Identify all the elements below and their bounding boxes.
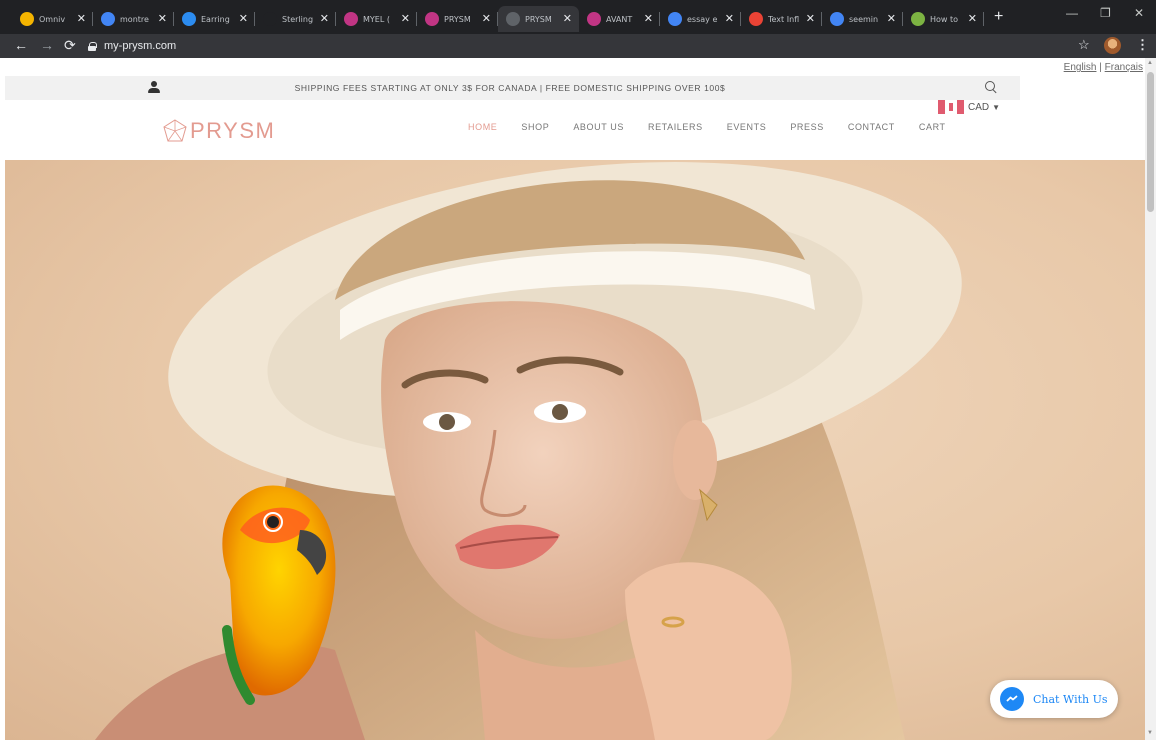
tab-close-icon[interactable]: ✕ bbox=[482, 12, 491, 25]
restore-window-icon[interactable]: ❐ bbox=[1100, 6, 1111, 20]
nav-item-about-us[interactable]: ABOUT US bbox=[573, 122, 624, 132]
url-text: my-prysm.com bbox=[104, 40, 177, 52]
nav-item-cart[interactable]: CART bbox=[919, 122, 946, 132]
browser-tab[interactable]: Earring ✕ bbox=[174, 6, 255, 32]
logo-text: PRYSM bbox=[190, 118, 276, 143]
browser-tab[interactable]: Text Infl ✕ bbox=[741, 6, 822, 32]
browser-toolbar: ← → ⟳ my-prysm.com ☆ ⋮ bbox=[0, 34, 1156, 58]
tab-favicon-icon bbox=[506, 12, 520, 26]
account-icon[interactable] bbox=[147, 81, 161, 94]
bookmark-star-icon[interactable]: ☆ bbox=[1078, 37, 1090, 53]
search-icon[interactable] bbox=[985, 81, 997, 93]
tab-favicon-icon bbox=[182, 12, 196, 26]
browser-tab[interactable]: How to ✕ bbox=[903, 6, 984, 32]
browser-tab[interactable]: Sterling ✕ bbox=[255, 6, 336, 32]
tab-close-icon[interactable]: ✕ bbox=[239, 12, 248, 25]
browser-tab[interactable]: Omniv ✕ bbox=[12, 6, 93, 32]
tab-close-icon[interactable]: ✕ bbox=[563, 12, 572, 25]
language-french-link[interactable]: Français bbox=[1105, 62, 1143, 73]
browser-tab[interactable]: montre ✕ bbox=[93, 6, 174, 32]
browser-tab[interactable]: essay e ✕ bbox=[660, 6, 741, 32]
scroll-down-icon[interactable]: ▼ bbox=[1147, 730, 1153, 736]
language-english-link[interactable]: English bbox=[1064, 62, 1097, 73]
main-navigation: HOME SHOP ABOUT US RETAILERS EVENTS PRESS CONT… bbox=[468, 122, 970, 132]
nav-item-retailers[interactable]: RETAILERS bbox=[648, 122, 703, 132]
site-logo[interactable]: PRYSM bbox=[162, 118, 275, 144]
tab-close-icon[interactable]: ✕ bbox=[401, 12, 410, 25]
hero-illustration bbox=[95, 162, 962, 740]
forward-icon[interactable]: → bbox=[40, 37, 54, 53]
address-bar[interactable]: my-prysm.com bbox=[88, 37, 1068, 55]
tab-favicon-icon bbox=[749, 12, 763, 26]
browser-tab[interactable]: PRYSM ✕ bbox=[417, 6, 498, 32]
tab-favicon-icon bbox=[101, 12, 115, 26]
minimize-window-icon[interactable]: — bbox=[1066, 6, 1078, 20]
tab-close-icon[interactable]: ✕ bbox=[968, 12, 977, 25]
tab-favicon-icon bbox=[425, 12, 439, 26]
nav-item-home[interactable]: HOME bbox=[468, 122, 497, 132]
prysm-gem-icon bbox=[163, 119, 187, 142]
lock-icon bbox=[88, 41, 97, 51]
language-separator: | bbox=[1099, 62, 1102, 73]
currency-selector[interactable]: CAD ▼ bbox=[938, 100, 1000, 114]
tab-favicon-icon bbox=[263, 12, 277, 26]
tab-favicon-icon bbox=[668, 12, 682, 26]
browser-menu-icon[interactable]: ⋮ bbox=[1136, 37, 1149, 53]
currency-label: CAD bbox=[968, 101, 990, 113]
tab-favicon-icon bbox=[344, 12, 358, 26]
browser-tab-strip: Omniv ✕ montre ✕ Earring ✕ Sterling ✕ MYEL (✕ PRY… bbox=[0, 0, 1156, 34]
scroll-up-icon[interactable]: ▲ bbox=[1147, 60, 1153, 66]
back-icon[interactable]: ← bbox=[14, 37, 28, 53]
scroll-thumb[interactable] bbox=[1147, 72, 1154, 212]
web-page: English | Français SHIPPING FEES STARTIN… bbox=[0, 58, 1145, 740]
messenger-icon bbox=[1000, 687, 1024, 711]
announcement-bar: SHIPPING FEES STARTING AT ONLY 3$ FOR CA… bbox=[5, 76, 1020, 100]
tab-favicon-icon bbox=[587, 12, 601, 26]
canada-flag-icon bbox=[938, 100, 964, 114]
tab-favicon-icon bbox=[911, 12, 925, 26]
reload-icon[interactable]: ⟳ bbox=[64, 37, 76, 54]
page-scrollbar[interactable]: ▲ ▼ bbox=[1145, 58, 1156, 740]
chat-with-us-button[interactable]: Chat With Us bbox=[990, 680, 1118, 718]
close-window-icon[interactable]: ✕ bbox=[1134, 6, 1144, 20]
chat-label: Chat With Us bbox=[1033, 692, 1108, 706]
hero-image bbox=[5, 160, 1145, 740]
tab-close-icon[interactable]: ✕ bbox=[725, 12, 734, 25]
tab-close-icon[interactable]: ✕ bbox=[644, 12, 653, 25]
new-tab-button[interactable]: + bbox=[994, 8, 1003, 26]
browser-tab[interactable]: AVANT ✕ bbox=[579, 6, 660, 32]
language-switcher: English | Français bbox=[1064, 62, 1143, 73]
tab-close-icon[interactable]: ✕ bbox=[158, 12, 167, 25]
tab-close-icon[interactable]: ✕ bbox=[806, 12, 815, 25]
tab-close-icon[interactable]: ✕ bbox=[320, 12, 329, 25]
browser-tab[interactable]: seemin ✕ bbox=[822, 6, 903, 32]
nav-item-contact[interactable]: CONTACT bbox=[848, 122, 895, 132]
tab-separator bbox=[983, 12, 984, 26]
nav-item-press[interactable]: PRESS bbox=[790, 122, 824, 132]
profile-avatar[interactable] bbox=[1104, 37, 1121, 54]
tab-favicon-icon bbox=[20, 12, 34, 26]
tab-close-icon[interactable]: ✕ bbox=[887, 12, 896, 25]
nav-item-shop[interactable]: SHOP bbox=[521, 122, 549, 132]
browser-tab[interactable]: MYEL (✕ bbox=[336, 6, 417, 32]
browser-tab[interactable]: PRYSM ✕ bbox=[498, 6, 579, 32]
nav-item-events[interactable]: EVENTS bbox=[727, 122, 767, 132]
chevron-down-icon: ▼ bbox=[992, 102, 1001, 112]
tab-favicon-icon bbox=[830, 12, 844, 26]
tab-close-icon[interactable]: ✕ bbox=[77, 12, 86, 25]
